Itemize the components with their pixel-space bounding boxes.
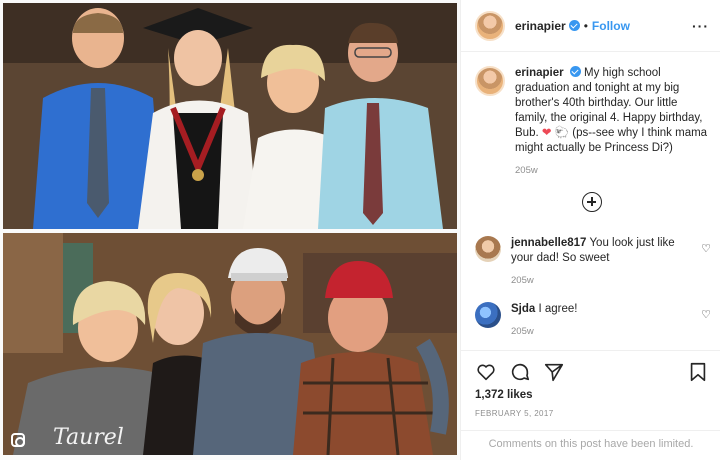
comment-username[interactable]: Sjda [511, 303, 535, 315]
comment-text: jennabelle817 You look just like your da… [511, 236, 685, 288]
birthday-photo: Taurel [3, 233, 457, 455]
action-icons [475, 361, 565, 383]
graduation-photo [3, 3, 457, 229]
add-circle-icon[interactable] [582, 192, 602, 212]
caption-verified-icon [569, 66, 581, 77]
more-icon[interactable]: ··· [692, 18, 709, 34]
caption-username[interactable]: erinapier [515, 67, 564, 79]
caption-emoji: ❤ 🐑 [541, 127, 570, 139]
comment-avatar[interactable] [475, 236, 501, 262]
action-bar: 1,372 likes FEBRUARY 5, 2017 [461, 350, 720, 430]
share-icon[interactable] [543, 361, 565, 383]
comment-icon[interactable] [509, 361, 531, 383]
comment-username[interactable]: jennabelle817 [511, 237, 586, 249]
post-caption: erinapier My high school graduation and … [475, 66, 711, 178]
sweatshirt-text: Taurel [53, 425, 124, 450]
heart-icon[interactable] [475, 361, 497, 383]
verified-icon [568, 20, 580, 31]
bookmark-icon[interactable] [687, 361, 709, 383]
likes-count[interactable]: 1,372 likes [475, 389, 533, 401]
instagram-icon [11, 433, 25, 447]
post-header: erinapier • Follow ··· [461, 0, 720, 52]
post-date[interactable]: FEBRUARY 5, 2017 [475, 409, 554, 418]
header-username[interactable]: erinapier [515, 19, 566, 33]
comment-avatar[interactable] [475, 302, 501, 328]
dot-separator: • [583, 18, 588, 33]
caption-time[interactable]: 205w [515, 163, 711, 178]
comment-body: I agree! [538, 303, 578, 315]
comment-time[interactable]: 205w [511, 273, 685, 288]
comment-heart-icon[interactable]: ♡ [701, 242, 711, 255]
caption-avatar[interactable] [475, 66, 505, 96]
post-panel: erinapier • Follow ··· erinapier My high… [460, 0, 720, 460]
comment-heart-icon[interactable]: ♡ [701, 308, 711, 321]
graduation-photo-drawing [3, 3, 457, 229]
comments-limited-notice: Comments on this post have been limited. [461, 430, 720, 460]
caption-text: erinapier My high school graduation and … [515, 66, 711, 178]
comment-item: jennabelle817 You look just like your da… [475, 236, 711, 288]
follow-button[interactable]: Follow [592, 19, 630, 33]
post-image[interactable]: Taurel [0, 0, 460, 460]
avatar[interactable] [475, 10, 505, 41]
birthday-photo-drawing [3, 233, 457, 455]
comment-time[interactable]: 205w [511, 324, 685, 339]
comment-text: Sjda I agree! 205w [511, 302, 685, 339]
comment-item: Sjda I agree! 205w ♡ [475, 302, 711, 339]
